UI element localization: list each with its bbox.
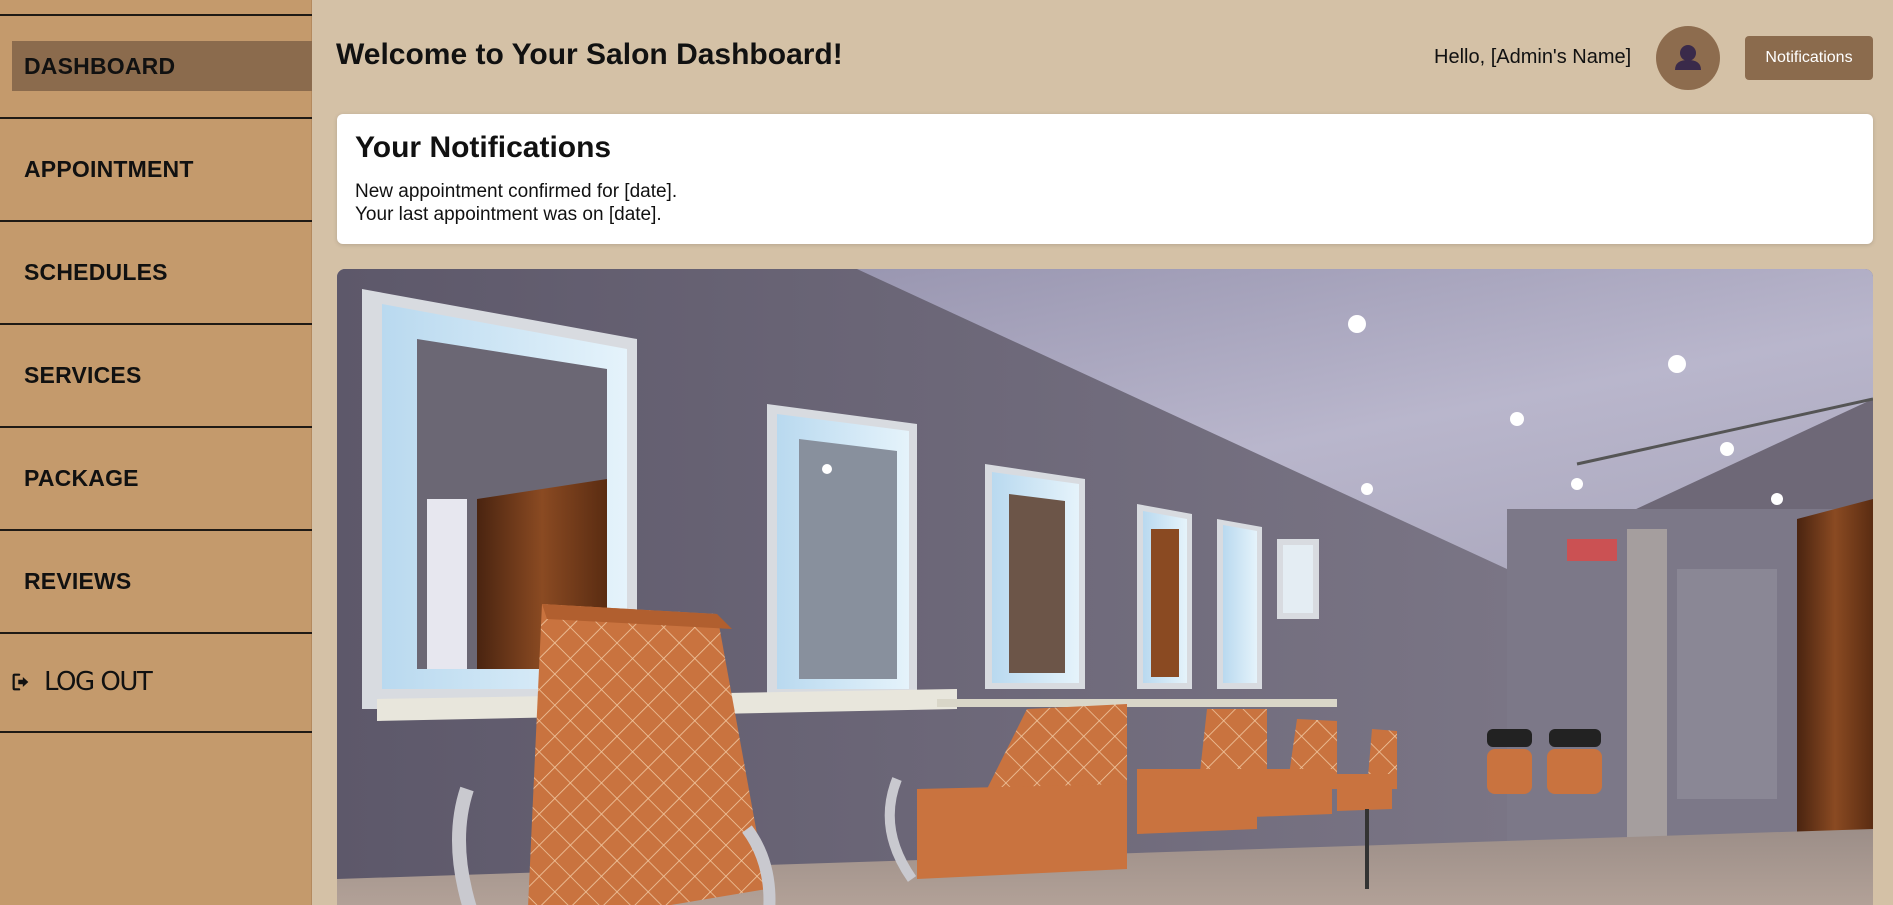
- sidebar-item-schedules[interactable]: SCHEDULES: [0, 222, 312, 325]
- avatar[interactable]: [1656, 26, 1720, 90]
- sidebar-item-label: SCHEDULES: [24, 259, 168, 285]
- greeting-text: Hello, [Admin's Name]: [1434, 46, 1632, 68]
- sidebar: DASHBOARD APPOINTMENT SCHEDULES SERVICES…: [0, 0, 312, 905]
- sidebar-item-label: PACKAGE: [24, 465, 139, 491]
- sidebar-item-label: REVIEWS: [24, 568, 132, 594]
- sidebar-item-services[interactable]: SERVICES: [0, 325, 312, 428]
- notification-item: Your last appointment was on [date].: [355, 204, 662, 225]
- sidebar-item-logout[interactable]: LOG OUT: [0, 633, 312, 733]
- sidebar-item-label: DASHBOARD: [24, 53, 176, 79]
- sidebar-item-package[interactable]: PACKAGE: [0, 428, 312, 531]
- notifications-list: New appointment confirmed for [date]. Yo…: [355, 180, 677, 226]
- sidebar-item-appointment[interactable]: APPOINTMENT: [0, 119, 312, 222]
- user-icon: [1675, 45, 1701, 70]
- sidebar-item-label: SERVICES: [24, 362, 142, 388]
- logout-label: LOG OUT: [44, 667, 153, 697]
- sidebar-item-dashboard[interactable]: DASHBOARD: [0, 16, 312, 119]
- notification-item: New appointment confirmed for [date].: [355, 181, 678, 202]
- salon-illustration: [337, 269, 1873, 905]
- notifications-title: Your Notifications: [355, 131, 612, 164]
- app: DASHBOARD APPOINTMENT SCHEDULES SERVICES…: [0, 0, 1893, 905]
- notifications-button[interactable]: Notifications: [1745, 36, 1873, 80]
- notifications-card: Your Notifications New appointment confi…: [337, 114, 1873, 244]
- sidebar-item-label: APPOINTMENT: [24, 156, 194, 182]
- salon-interior-photo: [337, 269, 1873, 905]
- page-title: Welcome to Your Salon Dashboard!: [336, 38, 843, 71]
- sidebar-item-reviews[interactable]: REVIEWS: [0, 531, 312, 634]
- sign-out-icon: [12, 673, 29, 691]
